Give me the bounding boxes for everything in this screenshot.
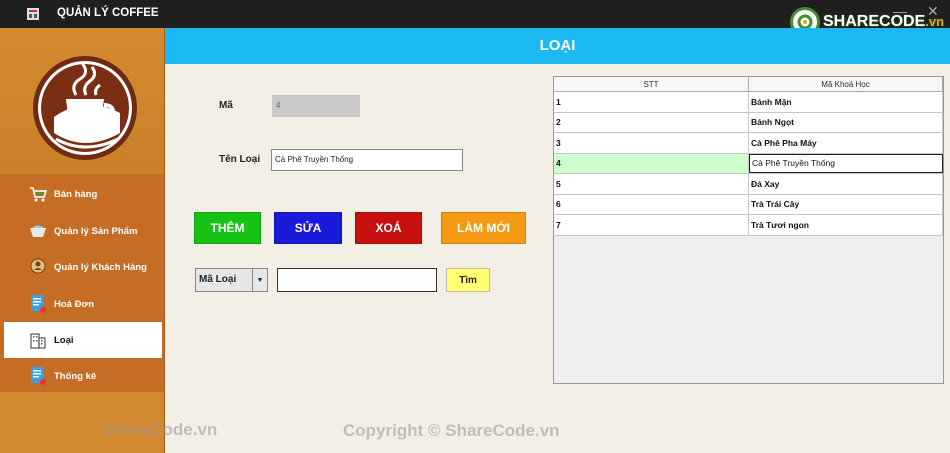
table-row[interactable]: 5 Đá Xay bbox=[554, 174, 943, 195]
cell-stt: 4 bbox=[554, 153, 749, 173]
search-field-selected: Mã Loại bbox=[199, 274, 237, 285]
sidebar-item-ban-hang[interactable]: Bán hàng bbox=[4, 176, 162, 212]
sidebar-item-label: Thống kê bbox=[54, 370, 97, 382]
cell-name: Đá Xay bbox=[749, 174, 943, 194]
cell-name-editing[interactable]: Cà Phê Truyền Thống bbox=[749, 153, 943, 173]
watermark-left: ShareCode.vn bbox=[103, 420, 218, 439]
sidebar-item-hoa-don[interactable]: Hoá Đơn bbox=[4, 286, 162, 322]
sidebar-item-label: Hoá Đơn bbox=[54, 298, 95, 310]
building-icon bbox=[28, 330, 48, 350]
sidebar-item-label: Quản lý Sản Phẩm bbox=[54, 225, 138, 237]
chevron-down-icon[interactable]: ▼ bbox=[252, 269, 267, 291]
sidebar: Bán hàng Quản lý Sản Phẩm Quản lý Khách … bbox=[0, 28, 165, 453]
table-row[interactable]: 7 Trà Tươi ngon bbox=[554, 215, 943, 236]
sua-button[interactable]: SỬA bbox=[274, 212, 342, 244]
cell-name: Bánh Mặn bbox=[749, 92, 943, 112]
ma-label: Mã bbox=[219, 100, 233, 111]
user-pin-icon bbox=[28, 257, 48, 277]
sidebar-logo-area bbox=[0, 28, 164, 174]
column-header-ma-khoa-hoc[interactable]: Mã Khoá Học bbox=[749, 77, 943, 91]
sidebar-item-quan-ly-san-pham[interactable]: Quản lý Sản Phẩm bbox=[4, 213, 162, 249]
table-row[interactable]: 3 Cà Phê Pha Máy bbox=[554, 133, 943, 154]
invoice-icon bbox=[28, 294, 48, 314]
page-title: LOẠI bbox=[539, 37, 576, 54]
app-icon bbox=[26, 7, 40, 21]
bowl-icon bbox=[28, 221, 48, 241]
search-field-select[interactable]: Mã Loại ▼ bbox=[195, 268, 268, 292]
close-icon[interactable]: ✕ bbox=[927, 3, 939, 20]
cell-stt: 3 bbox=[554, 133, 749, 153]
sidebar-item-label: Loại bbox=[54, 334, 74, 346]
coffee-cup-logo bbox=[32, 55, 138, 161]
page-header: LOẠI bbox=[165, 28, 950, 64]
cell-stt: 2 bbox=[554, 112, 749, 132]
table-row[interactable]: 2 Bánh Ngọt bbox=[554, 112, 943, 133]
search-input[interactable] bbox=[277, 268, 437, 292]
cell-name: Trà Trái Cây bbox=[749, 194, 943, 214]
table-row-selected[interactable]: 4 Cà Phê Truyền Thống bbox=[554, 153, 943, 174]
watermark-center: Copyright © ShareCode.vn bbox=[343, 421, 560, 440]
cell-name: Trà Tươi ngon bbox=[749, 215, 943, 235]
find-button[interactable]: Tìm bbox=[446, 268, 490, 292]
table-header: STT Mã Khoá Học bbox=[554, 77, 943, 92]
ten-loai-field[interactable]: Cà Phê Truyền Thống bbox=[271, 149, 463, 171]
category-table[interactable]: STT Mã Khoá Học 1 Bánh Mặn 2 Bánh Ngọt 3… bbox=[553, 76, 944, 384]
column-header-stt[interactable]: STT bbox=[554, 77, 749, 91]
cell-stt: 1 bbox=[554, 92, 749, 112]
table-row[interactable]: 6 Trà Trái Cây bbox=[554, 194, 943, 215]
table-row[interactable]: 1 Bánh Mặn bbox=[554, 92, 943, 113]
ma-field: 4 bbox=[272, 95, 360, 117]
cell-stt: 5 bbox=[554, 174, 749, 194]
cart-icon bbox=[28, 184, 48, 204]
ten-loai-label: Tên Loại bbox=[219, 154, 261, 165]
xoa-button[interactable]: XOÁ bbox=[355, 212, 422, 244]
sidebar-item-quan-ly-khach-hang[interactable]: Quản lý Khách Hàng bbox=[4, 249, 162, 285]
title-bar: QUẢN LÝ COFFEE SHARECODE.vn — ✕ bbox=[0, 0, 950, 37]
sidebar-item-thong-ke[interactable]: Thống kê bbox=[4, 358, 162, 394]
them-button[interactable]: THÊM bbox=[194, 212, 261, 244]
cell-name: Bánh Ngọt bbox=[749, 112, 943, 132]
cell-stt: 6 bbox=[554, 194, 749, 214]
minimize-icon[interactable]: — bbox=[893, 3, 907, 19]
cell-stt: 7 bbox=[554, 215, 749, 235]
report-icon bbox=[28, 366, 48, 386]
cell-name: Cà Phê Pha Máy bbox=[749, 133, 943, 153]
sidebar-item-label: Bán hàng bbox=[54, 188, 98, 200]
sidebar-item-label: Quản lý Khách Hàng bbox=[54, 261, 147, 273]
window-title: QUẢN LÝ COFFEE bbox=[57, 7, 159, 19]
sidebar-item-loai[interactable]: Loại bbox=[4, 322, 162, 358]
lam-moi-button[interactable]: LÀM MỚI bbox=[441, 212, 526, 244]
